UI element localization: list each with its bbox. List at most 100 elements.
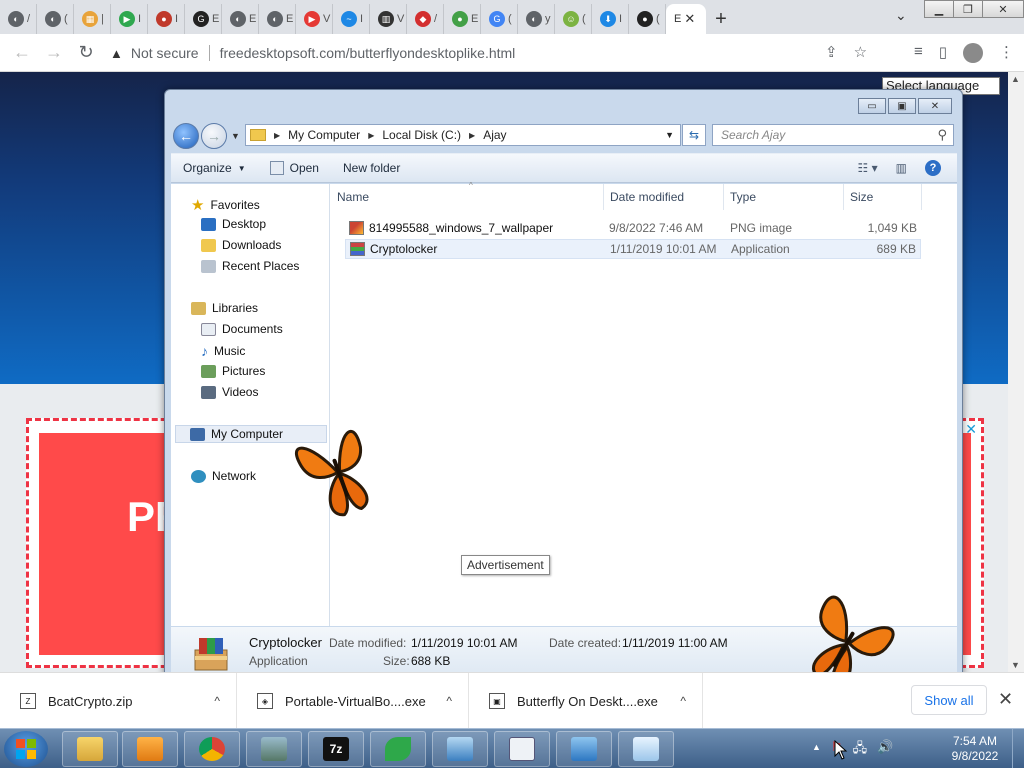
browser-tab[interactable]: ▶ V <box>296 4 333 34</box>
nav-desktop[interactable]: Desktop <box>201 217 266 231</box>
browser-tab[interactable]: ◐ E <box>222 4 259 34</box>
taskbar-notepad[interactable] <box>618 731 674 767</box>
show-desktop-button[interactable] <box>1012 729 1024 768</box>
back-button[interactable]: ← <box>6 42 38 63</box>
download-item[interactable]: ◈ Portable-VirtualBo....exe ^ <box>237 673 469 729</box>
share-icon[interactable]: ⇪ <box>825 43 838 61</box>
explorer-forward-button[interactable]: → <box>201 123 227 149</box>
nav-pictures[interactable]: Pictures <box>201 364 265 378</box>
reload-button[interactable]: ↻ <box>70 42 102 63</box>
profile-avatar[interactable] <box>963 43 983 63</box>
volume-icon[interactable]: 🔊 <box>877 739 893 761</box>
tab-active[interactable]: E ✕ <box>666 4 706 34</box>
advert-close-icon[interactable]: ✕ <box>965 421 977 438</box>
network-tray-icon[interactable]: 🖧 <box>853 739 868 761</box>
organize-button[interactable]: Organize ▼ <box>171 161 258 175</box>
browser-tab[interactable]: G( <box>481 4 518 34</box>
nav-network[interactable]: Network <box>191 469 256 483</box>
browser-tab[interactable]: ◆ / <box>407 4 444 34</box>
explorer-address-bar[interactable]: ▶ My Computer ▶ Local Disk (C:) ▶ Ajay ▼ <box>245 124 681 146</box>
column-header-date[interactable]: Date modified <box>604 184 724 210</box>
nav-videos[interactable]: Videos <box>201 385 258 399</box>
taskbar-explorer[interactable] <box>62 731 118 767</box>
explorer-search-input[interactable]: Search Ajay ⚲ <box>712 124 954 146</box>
view-options-icon[interactable]: ☷ ▾ <box>858 161 878 175</box>
breadcrumb-ajay[interactable]: Ajay <box>483 128 506 142</box>
menu-icon[interactable]: ⋮ <box>999 43 1014 63</box>
nav-music[interactable]: ♪ Music <box>201 343 245 359</box>
forward-button[interactable]: → <box>38 42 70 63</box>
advertisement-label[interactable]: Advertisement <box>461 555 550 575</box>
breadcrumb-arrow-icon[interactable]: ▶ <box>368 131 374 140</box>
download-item[interactable]: ▣ Butterfly On Deskt....exe ^ <box>469 673 703 729</box>
taskbar-clock[interactable]: 7:54 AM 9/8/2022 <box>945 734 1005 764</box>
browser-tab[interactable]: ◐ E <box>259 4 296 34</box>
explorer-back-button[interactable]: ← <box>173 123 199 149</box>
browser-tab[interactable]: ~ I <box>333 4 370 34</box>
taskbar-leaf-app[interactable] <box>370 731 426 767</box>
restore-button[interactable]: ❐ <box>953 0 983 18</box>
side-panel-icon[interactable]: ▯ <box>939 43 947 63</box>
start-button[interactable] <box>4 731 48 767</box>
nav-favorites[interactable]: ★ Favorites <box>191 196 260 214</box>
butterfly-icon[interactable] <box>292 414 386 532</box>
column-header-name[interactable]: Name ^ <box>331 181 604 210</box>
close-downloads-icon[interactable]: ✕ <box>998 689 1013 710</box>
help-icon[interactable]: ? <box>925 160 941 176</box>
taskbar-chrome[interactable] <box>184 731 240 767</box>
preview-pane-icon[interactable]: ▥ <box>896 161 907 175</box>
browser-tab[interactable]: ⬇ I <box>592 4 629 34</box>
browser-tab[interactable]: ☺( <box>555 4 592 34</box>
browser-tab[interactable]: ▦ | <box>74 4 111 34</box>
taskbar-virtualbox[interactable] <box>432 731 488 767</box>
browser-tab[interactable]: ◐( <box>37 4 74 34</box>
chevron-up-icon[interactable]: ^ <box>446 694 452 708</box>
close-tab-icon[interactable]: ✕ <box>684 11 695 27</box>
close-window-button[interactable]: ✕ <box>982 0 1024 18</box>
file-row[interactable]: Cryptolocker 1/11/2019 10:01 AM Applicat… <box>345 239 921 259</box>
taskbar-butterfly-app[interactable] <box>246 731 302 767</box>
browser-tab[interactable]: ● I <box>148 4 185 34</box>
bookmark-star-icon[interactable]: ☆ <box>854 43 867 61</box>
search-icon[interactable]: ⚲ <box>937 127 947 143</box>
taskbar-document[interactable] <box>494 731 550 767</box>
breadcrumb-arrow-icon[interactable]: ▶ <box>274 131 280 140</box>
breadcrumb-my-computer[interactable]: My Computer <box>288 128 360 142</box>
file-row[interactable]: 814995588_windows_7_wallpaper 9/8/2022 7… <box>345 218 921 238</box>
browser-tab[interactable]: ●( <box>629 4 666 34</box>
show-all-button[interactable]: Show all <box>911 685 987 715</box>
chevron-up-icon[interactable]: ^ <box>680 694 686 708</box>
browser-tab[interactable]: ▥ V <box>370 4 407 34</box>
column-header-type[interactable]: Type <box>724 184 844 210</box>
nav-libraries[interactable]: Libraries <box>191 301 258 315</box>
column-header-size[interactable]: Size <box>844 184 922 210</box>
new-folder-button[interactable]: New folder <box>331 161 412 175</box>
nav-downloads[interactable]: Downloads <box>201 238 281 252</box>
show-hidden-icons[interactable]: ▲ <box>812 742 821 761</box>
scroll-up-icon[interactable]: ▲ <box>1011 74 1020 84</box>
breadcrumb-local-disk[interactable]: Local Disk (C:) <box>382 128 461 142</box>
explorer-minimize-button[interactable]: ▭ <box>858 98 886 114</box>
minimize-button[interactable]: ▁ <box>924 0 954 18</box>
security-status[interactable]: Not secure <box>131 45 199 61</box>
browser-tab[interactable]: ● E <box>444 4 481 34</box>
scroll-down-icon[interactable]: ▼ <box>1011 660 1020 670</box>
address-dropdown-icon[interactable]: ▼ <box>665 130 674 140</box>
refresh-icon[interactable]: ⇆ <box>682 124 706 146</box>
taskbar-media-player[interactable] <box>122 731 178 767</box>
explorer-close-button[interactable]: ✕ <box>918 98 952 114</box>
page-scrollbar[interactable]: ▲ ▼ <box>1008 72 1024 672</box>
address-bar[interactable]: ▲ Not secure freedesktopsoft.com/butterf… <box>110 39 890 67</box>
warning-icon[interactable]: ▲ <box>110 46 123 61</box>
new-tab-button[interactable]: + <box>706 4 736 34</box>
tab-search-icon[interactable]: ⌄ <box>895 7 907 24</box>
nav-recent-places[interactable]: Recent Places <box>201 259 299 273</box>
browser-tab[interactable]: GE <box>185 4 222 34</box>
url-text[interactable]: freedesktopsoft.com/butterflyondesktopli… <box>220 45 516 61</box>
explorer-maximize-button[interactable]: ▣ <box>888 98 916 114</box>
history-dropdown-icon[interactable]: ▼ <box>231 131 240 141</box>
browser-tab[interactable]: ▶ I <box>111 4 148 34</box>
nav-documents[interactable]: Documents <box>201 322 283 336</box>
taskbar-control-panel[interactable] <box>556 731 612 767</box>
open-button[interactable]: Open <box>258 161 331 175</box>
